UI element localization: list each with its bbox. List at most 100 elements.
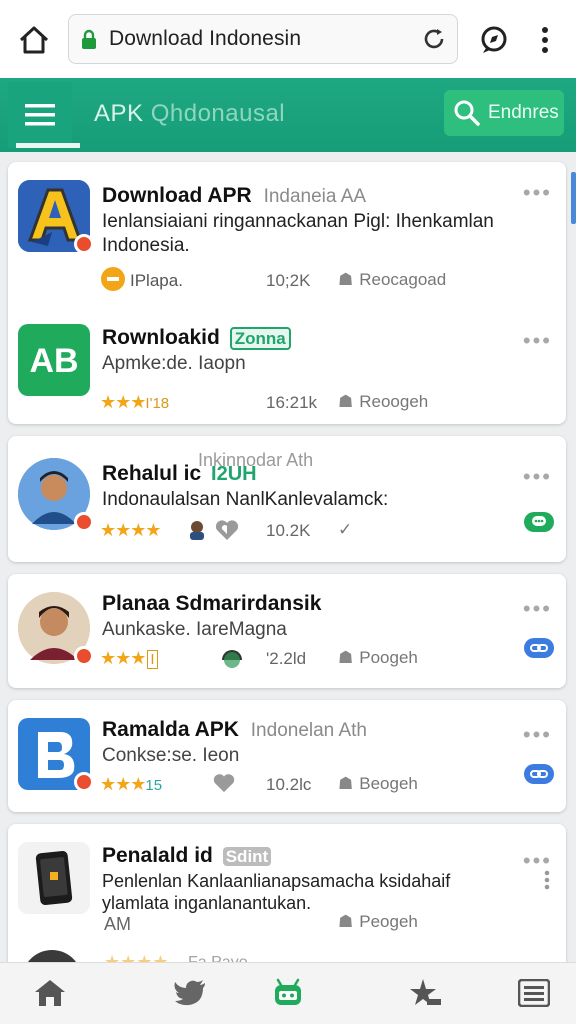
app-title-text: Download APR [102, 184, 252, 207]
nav-list[interactable] [514, 973, 554, 1013]
reload-button[interactable] [421, 26, 447, 57]
stars-text: ★★★ [100, 648, 146, 668]
app-size: '2.2ld [266, 649, 307, 668]
hamburger-menu-button[interactable] [8, 82, 80, 148]
search-label: Endnres [488, 102, 559, 123]
nav-home[interactable] [30, 973, 70, 1013]
rating-value: I'18 [145, 395, 170, 412]
list-item[interactable]: Download APR Indaneia AA Ienlansiaiani r… [8, 162, 566, 292]
star-rating: ★★★I'18 [100, 392, 169, 413]
app-icon: AB [18, 324, 90, 396]
nav-featured[interactable] [406, 973, 446, 1013]
app-icon [18, 842, 90, 914]
app-rating-text: IPlapa. [130, 271, 183, 290]
address-bar[interactable]: Download Indonesin [68, 14, 458, 64]
app-related-text: Reoogeh [359, 392, 429, 411]
menu-active-underline [16, 143, 80, 148]
app-size: 16:21k [266, 393, 318, 412]
nav-apps[interactable] [268, 973, 308, 1013]
home-button[interactable] [14, 20, 54, 60]
app-tag: Zonna [229, 327, 291, 350]
pin-icon: ☗ [338, 648, 354, 667]
app-title-text: Rownloakid [102, 326, 220, 349]
list-item[interactable]: Planaa Sdmarirdansik Aunkaske. IareMagna… [8, 574, 566, 688]
vertical-dots-icon [542, 27, 548, 53]
list-icon [518, 979, 550, 1007]
list-item[interactable]: Penalald id Sdint Penlenlan Kanlaanliana… [8, 824, 566, 950]
android-head-icon [220, 646, 244, 673]
app-size: 10.2lc [266, 775, 312, 794]
star-rating: ★★★★ [100, 520, 162, 540]
star-sparkle-icon [410, 979, 441, 1005]
brand-main: APK [94, 100, 144, 127]
more-options-button[interactable]: ••• [523, 596, 552, 622]
app-title: Planaa Sdmarirdansik [102, 592, 321, 616]
browser-menu-button[interactable] [530, 22, 560, 58]
update-badge [74, 646, 94, 666]
app-icon [18, 718, 94, 792]
app-title-text: Penalald id [102, 844, 213, 867]
app-size: 10.2K [266, 521, 311, 540]
scrollbar-thumb[interactable] [571, 172, 576, 224]
nav-twitter[interactable] [170, 973, 210, 1013]
app-description: Conkse:se. Ieon [102, 745, 240, 766]
vertical-dots-button[interactable] [544, 870, 550, 895]
url-text: Download Indonesin [109, 27, 302, 50]
home-icon [35, 980, 65, 1006]
link-icon [530, 644, 548, 652]
star-rating: ★★★15 [100, 774, 162, 795]
app-card: Download APR Indaneia AA Ienlansiaiani r… [8, 162, 566, 424]
star-rating: ★★★ I [100, 648, 158, 669]
more-options-button[interactable]: ••• [523, 180, 552, 206]
app-title-text: Rehalul ic [102, 462, 202, 485]
stars-text: ★★★ [100, 774, 146, 794]
app-card: Penalald id Sdint Penlenlan Kanlaanliana… [8, 824, 566, 962]
app-title-extra: Indaneia AA [263, 186, 367, 207]
app-title: Penalald id Sdint [102, 844, 272, 868]
search-button[interactable]: Endnres [444, 90, 564, 136]
app-card: Planaa Sdmarirdansik Aunkaske. IareMagna… [8, 574, 566, 688]
stars-text: ★★★ [100, 392, 146, 412]
link-pill-button[interactable] [524, 638, 554, 658]
brand-sub: Qhdonausal [150, 100, 286, 127]
home-icon [19, 26, 49, 54]
bottom-navigation [0, 962, 576, 1024]
update-badge [74, 234, 94, 254]
brand-title: APK Qhdonausal [94, 100, 285, 128]
list-item[interactable]: AB Rownloakid Zonna Apmke:de. Iaopn ★★★I… [8, 292, 566, 424]
app-icon [18, 180, 94, 254]
list-item[interactable]: Rehalul ic I2UH Inkinnodar Ath Indonaula… [8, 436, 566, 562]
lock-icon [82, 29, 96, 49]
app-meta: AM ☗ Peogeh [100, 912, 540, 944]
app-tag: Sdint [222, 847, 272, 866]
more-options-button[interactable]: ••• [523, 464, 552, 490]
update-badge [74, 512, 94, 532]
app-meta: ★★★ I '2.2ld ☗ Poogeh [100, 646, 540, 674]
more-options-button[interactable]: ••• [523, 722, 552, 748]
avatar [22, 950, 82, 962]
app-size: 10;2K [266, 271, 311, 290]
vertical-dots-icon [544, 870, 550, 890]
link-pill-button[interactable] [524, 764, 554, 784]
more-options-button[interactable]: ••• [523, 328, 552, 354]
app-header: APK Qhdonausal Endnres [0, 78, 576, 152]
partial-stars: ★★★★ [104, 952, 169, 962]
app-rating-text: AM [104, 914, 131, 934]
letters-ab-icon: AB [18, 324, 90, 396]
app-icon [18, 458, 94, 532]
app-list[interactable]: Download APR Indaneia AA Ienlansiaiani r… [0, 152, 576, 962]
app-related: ☗ Reocagoad [338, 270, 446, 290]
browser-toolbar: Download Indonesin [0, 0, 576, 78]
list-item[interactable]: ★★★★ Fa Pavo [8, 950, 566, 962]
app-title: Rownloakid Zonna [102, 326, 291, 350]
compass-chat-icon [481, 26, 507, 53]
chat-pill-button[interactable] [524, 512, 554, 532]
assistant-button[interactable] [476, 22, 512, 58]
app-description: Indonaulalsan NanlKanlevalamck: [102, 489, 389, 510]
list-item[interactable]: Ramalda APK Indonelan Ath Conkse:se. Ieo… [8, 700, 566, 812]
app-related-text: Peogeh [359, 912, 418, 931]
app-title: Ramalda APK Indonelan Ath [102, 718, 367, 742]
app-related: ☗ Poogeh [338, 648, 418, 668]
app-title-text: Planaa Sdmarirdansik [102, 592, 322, 615]
app-related: ☗ Peogeh [338, 912, 418, 932]
